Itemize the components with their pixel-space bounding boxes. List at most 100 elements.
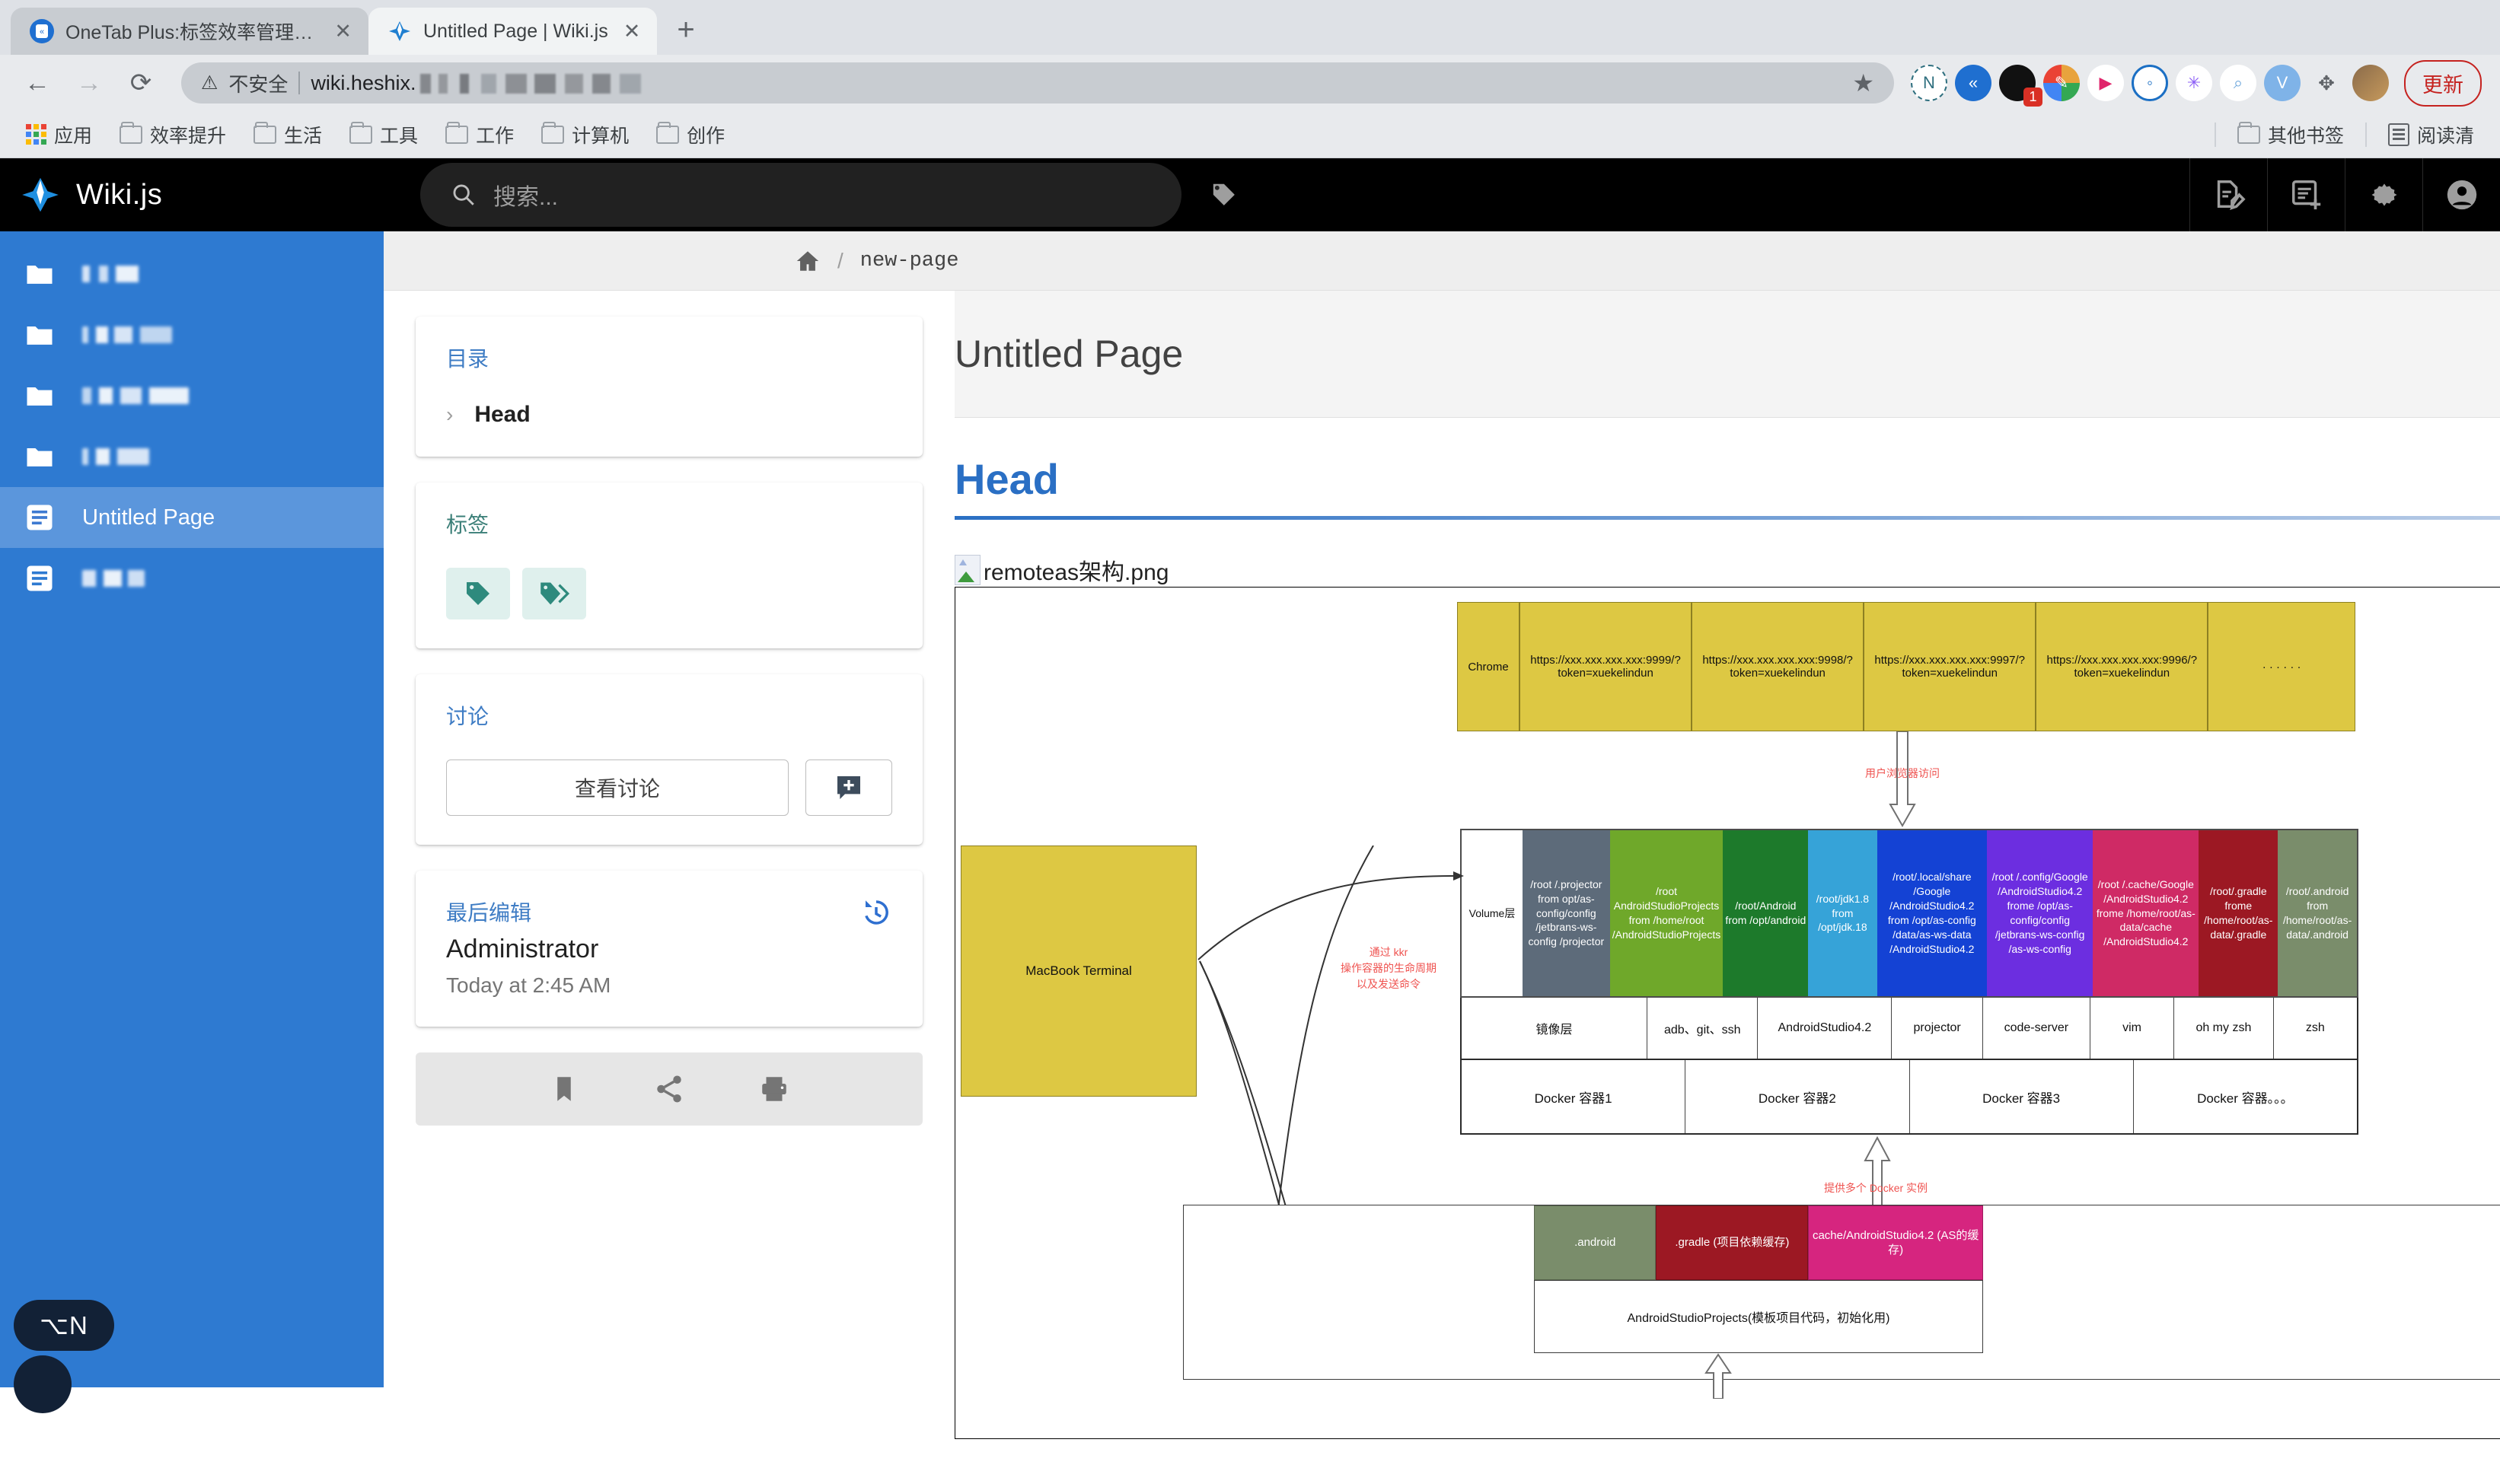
notion-clipper-icon[interactable]: N: [1911, 65, 1947, 101]
sidebar-item-2[interactable]: [0, 365, 384, 426]
bookmark-folder-5[interactable]: 计算机: [531, 116, 639, 153]
search-input[interactable]: 搜索...: [420, 163, 1181, 227]
keyboard-shortcut-pill[interactable]: ⌥N: [14, 1300, 114, 1351]
bookmark-label: 应用: [54, 121, 92, 148]
projects-up-arrow: [1701, 1353, 1735, 1399]
toc-entry-head[interactable]: › Head: [446, 402, 892, 428]
pocket-black-icon[interactable]: 1: [1999, 65, 2036, 101]
omnibox-divider: [298, 72, 300, 94]
tag-chip-list: [446, 568, 892, 619]
folder-icon: [2237, 126, 2260, 144]
close-icon[interactable]: ✕: [623, 20, 641, 43]
edit-page-button[interactable]: [2189, 158, 2267, 231]
close-icon[interactable]: ✕: [334, 20, 352, 43]
bookmark-label: 效率提升: [150, 121, 226, 148]
new-tab-button[interactable]: +: [657, 13, 714, 55]
binoculars-icon[interactable]: ⌕: [2220, 65, 2256, 101]
blue-ring-icon[interactable]: ◦: [2132, 65, 2168, 101]
bookmark-icon[interactable]: [548, 1073, 580, 1105]
toc-title: 目录: [446, 342, 892, 373]
sidebar-item-3[interactable]: [0, 426, 384, 487]
browser-tab-1[interactable]: Untitled Page | Wiki.js ✕: [368, 8, 657, 55]
sidebar-item-0[interactable]: [0, 244, 384, 304]
bookmark-folder-2[interactable]: 生活: [243, 116, 333, 153]
v-mark-icon[interactable]: V: [2264, 65, 2301, 101]
puzzle-extensions-icon[interactable]: ✥: [2308, 65, 2345, 101]
docker-container-3: Docker 容器。。。: [2134, 1060, 2357, 1133]
browser-chrome: « OneTab Plus:标签效率管理扩展 ✕ Untitled Page |…: [0, 0, 2500, 158]
pink-play-icon[interactable]: ▶: [2087, 65, 2124, 101]
home-icon[interactable]: [795, 248, 821, 274]
last-edited-time: Today at 2:45 AM: [446, 973, 892, 998]
folder-icon: [349, 126, 372, 144]
bookmark-folder-3[interactable]: 工具: [339, 116, 429, 153]
bookmark-folder-6[interactable]: 创作: [646, 116, 735, 153]
folder-icon: [656, 126, 679, 144]
mirror-item-3: code-server: [1983, 998, 2090, 1059]
account-button[interactable]: [2422, 158, 2500, 231]
reading-list-button[interactable]: 阅读清: [2377, 116, 2485, 153]
last-edited-header: 最后编辑: [446, 896, 892, 928]
browser-url-more: · · · · · ·: [2208, 602, 2355, 731]
search-placeholder: 搜索...: [493, 178, 558, 212]
sidebar-item-untitled-page[interactable]: Untitled Page: [0, 487, 384, 548]
bookmark-label: 计算机: [572, 121, 629, 148]
tag-icon[interactable]: [1207, 178, 1241, 212]
bookmark-star-icon[interactable]: ★: [1852, 68, 1874, 97]
browser-tab-0[interactable]: « OneTab Plus:标签效率管理扩展 ✕: [11, 8, 368, 55]
bookmark-label: 工具: [380, 121, 418, 148]
forward-button[interactable]: →: [65, 59, 113, 107]
settings-button[interactable]: [2345, 158, 2422, 231]
profile-avatar[interactable]: [2352, 65, 2389, 101]
tab-title: Untitled Page | Wiki.js: [423, 21, 608, 43]
extension-badge: 1: [2023, 88, 2042, 107]
browser-url-3: https://xxx.xxx.xxx.xxx:9996/?token=xuek…: [2036, 602, 2208, 731]
broken-image-icon: [955, 555, 981, 585]
onetab-plus-icon[interactable]: «: [1955, 65, 1991, 101]
bookmark-label: 工作: [476, 121, 514, 148]
divider: [2215, 123, 2216, 147]
new-page-icon: [2289, 177, 2324, 212]
tag-chip-manage[interactable]: [522, 568, 586, 619]
browser-url-2: https://xxx.xxx.xxx.xxx:9997/?token=xuek…: [1864, 602, 2036, 731]
brand[interactable]: Wiki.js: [20, 174, 375, 215]
other-bookmarks-button[interactable]: 其他书签: [2227, 116, 2355, 153]
print-icon[interactable]: [758, 1073, 790, 1105]
bookmark-folder-4[interactable]: 工作: [435, 116, 525, 153]
volume-cell-7: /root/.gradle frome /home/root/as-data/.…: [2199, 830, 2278, 996]
host-cell-android: .android: [1534, 1205, 1656, 1280]
volume-cell-3: /root/jdk1.8 from /opt/jdk.18: [1808, 830, 1877, 996]
content-area: / new-page 目录 › Head 标签: [384, 231, 2500, 1387]
page-icon: [23, 501, 56, 534]
gear-icon: [2368, 178, 2401, 212]
bookmark-apps[interactable]: 应用: [15, 116, 103, 153]
history-icon[interactable]: [860, 896, 892, 928]
fab-circle-button[interactable]: [14, 1355, 72, 1413]
sidebar-item-label: [82, 326, 172, 343]
reload-button[interactable]: ⟳: [117, 59, 164, 107]
mirror-row: 镜像层 adb、git、ssh AndroidStudio4.2 project…: [1460, 998, 2358, 1060]
mirror-item-0: adb、git、ssh: [1647, 998, 1758, 1059]
sidebar-item-1[interactable]: [0, 304, 384, 365]
google-colorful-icon[interactable]: ✎: [2043, 65, 2080, 101]
tags-multiple-icon: [538, 578, 570, 609]
sidebar-item-label: [82, 448, 149, 465]
tag-chip-browse[interactable]: [446, 568, 510, 619]
sidebar-item-5[interactable]: [0, 548, 384, 609]
main-columns: 目录 › Head 标签: [384, 291, 2500, 1387]
view-discussion-button[interactable]: 查看讨论: [446, 760, 789, 816]
add-comment-button[interactable]: [805, 760, 892, 816]
new-page-button[interactable]: [2267, 158, 2345, 231]
bookmark-folder-1[interactable]: 效率提升: [109, 116, 237, 153]
address-bar[interactable]: ⚠ 不安全 wiki.heshix. ★: [181, 62, 1894, 103]
chevron-right-icon: ›: [446, 403, 453, 427]
tab-title: OneTab Plus:标签效率管理扩展: [65, 18, 319, 45]
update-button[interactable]: 更新: [2404, 60, 2482, 107]
back-button[interactable]: ←: [14, 59, 61, 107]
host-cache-row: .android .gradle (项目依赖缓存) cache/AndroidS…: [1534, 1205, 1983, 1280]
colorful-star-icon[interactable]: ✳: [2176, 65, 2212, 101]
share-icon[interactable]: [653, 1073, 685, 1105]
discussion-actions: 查看讨论: [446, 760, 892, 816]
page-header: Untitled Page: [955, 291, 2500, 418]
url-text: wiki.heshix.: [311, 72, 641, 95]
